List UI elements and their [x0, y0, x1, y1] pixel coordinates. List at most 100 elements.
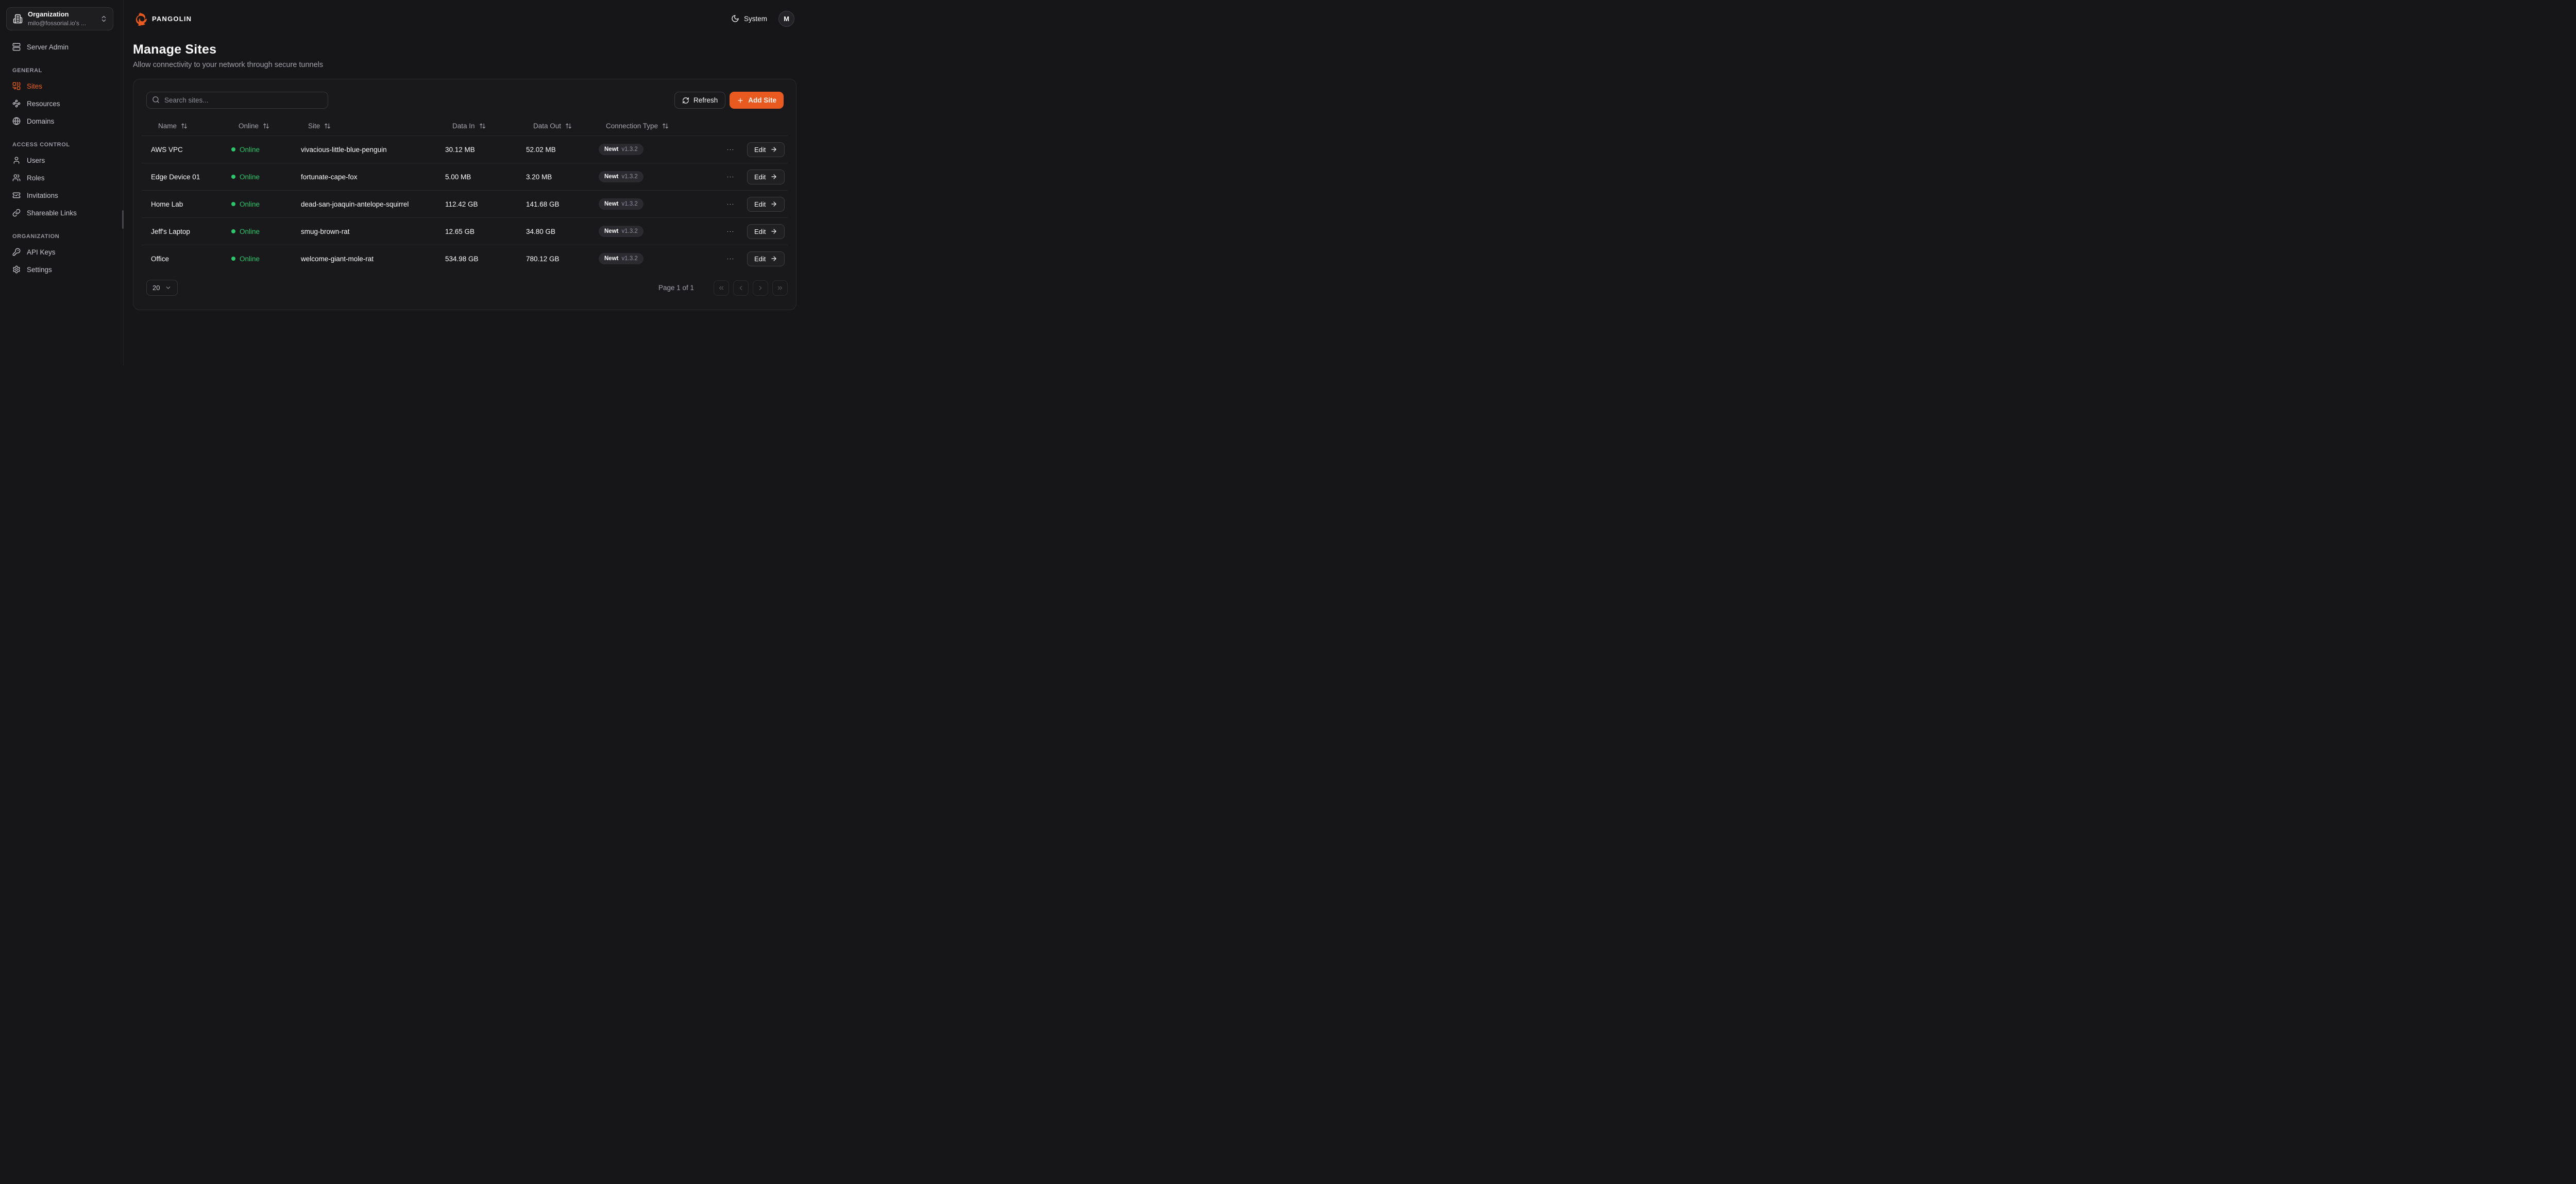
- sidebar-item-users[interactable]: Users: [8, 151, 115, 169]
- column-header-data-in[interactable]: Data In: [436, 122, 517, 130]
- connection-type-cell: Newtv1.3.2: [589, 198, 717, 210]
- refresh-icon: [682, 97, 689, 104]
- chevrons-right-icon: [776, 284, 784, 292]
- chevron-left-icon: [737, 284, 744, 292]
- connection-type-badge: Newtv1.3.2: [599, 144, 643, 155]
- connection-type-cell: Newtv1.3.2: [589, 144, 717, 155]
- avatar[interactable]: M: [778, 11, 794, 27]
- column-header-connection-type[interactable]: Connection Type: [589, 122, 717, 130]
- edit-button[interactable]: Edit: [747, 224, 785, 239]
- connection-type-cell: Newtv1.3.2: [589, 171, 717, 182]
- table-row[interactable]: Home Lab Online dead-san-joaquin-antelop…: [142, 190, 788, 217]
- sidebar-item-label: Sites: [27, 82, 42, 90]
- search-box: [146, 92, 328, 109]
- sort-icon: [181, 123, 188, 129]
- sidebar-item-resources[interactable]: Resources: [8, 95, 115, 112]
- sites-table: Name Online Site Data In Data Out Connec…: [142, 116, 788, 272]
- sort-icon: [565, 123, 572, 129]
- row-actions-menu-button[interactable]: [726, 145, 735, 154]
- search-input[interactable]: [146, 92, 328, 109]
- connection-type-cell: Newtv1.3.2: [589, 253, 717, 264]
- sidebar-item-api-keys[interactable]: API Keys: [8, 243, 115, 261]
- sidebar-item-roles[interactable]: Roles: [8, 169, 115, 187]
- first-page-button[interactable]: [714, 280, 729, 296]
- column-header-data-out[interactable]: Data Out: [517, 122, 589, 130]
- sites-toolbar: Refresh Add Site: [142, 92, 788, 109]
- edit-button[interactable]: Edit: [747, 142, 785, 157]
- data-in-cell: 5.00 MB: [436, 173, 517, 181]
- site-status-cell: Online: [222, 173, 292, 181]
- table-row[interactable]: Office Online welcome-giant-mole-rat 534…: [142, 245, 788, 272]
- online-status-dot: [231, 257, 235, 261]
- column-header-online[interactable]: Online: [222, 122, 292, 130]
- sort-icon: [479, 123, 486, 129]
- pagination-status: Page 1 of 1: [658, 284, 694, 292]
- table-row[interactable]: Jeff's Laptop Online smug-brown-rat 12.6…: [142, 217, 788, 245]
- sidebar-item-label: Shareable Links: [27, 209, 77, 217]
- sidebar-item-shareable-links[interactable]: Shareable Links: [8, 204, 115, 222]
- column-header-site[interactable]: Site: [292, 122, 436, 130]
- table-header-row: Name Online Site Data In Data Out Connec…: [142, 116, 788, 136]
- edit-button[interactable]: Edit: [747, 197, 785, 212]
- main-area: PANGOLIN System M Manage Sites Allow con…: [124, 0, 808, 366]
- site-status-cell: Online: [222, 146, 292, 154]
- site-status-cell: Online: [222, 255, 292, 263]
- row-actions-menu-button[interactable]: [726, 227, 735, 236]
- link-icon: [12, 209, 21, 217]
- page-content: Manage Sites Allow connectivity to your …: [124, 37, 808, 310]
- sidebar: Organization milo@fossorial.io's ... Ser…: [0, 0, 124, 366]
- theme-toggle[interactable]: System: [731, 14, 767, 23]
- sidebar-item-label: Domains: [27, 117, 54, 125]
- next-page-button[interactable]: [753, 280, 768, 296]
- app-root: Organization milo@fossorial.io's ... Ser…: [0, 0, 808, 366]
- row-actions-menu-button[interactable]: [726, 200, 735, 209]
- site-name-cell: Jeff's Laptop: [142, 228, 222, 235]
- online-status-label: Online: [240, 228, 260, 235]
- site-id-cell: vivacious-little-blue-penguin: [292, 146, 436, 154]
- sidebar-scrollbar[interactable]: [122, 210, 124, 229]
- sidebar-item-label: API Keys: [27, 248, 56, 256]
- arrow-right-icon: [770, 255, 777, 262]
- online-status-dot: [231, 229, 235, 233]
- online-status-label: Online: [240, 255, 260, 263]
- edit-button[interactable]: Edit: [747, 170, 785, 184]
- org-switcher-title: Organization: [28, 10, 69, 18]
- sidebar-item-invitations[interactable]: Invitations: [8, 187, 115, 204]
- users-icon: [12, 174, 21, 182]
- org-switcher[interactable]: Organization milo@fossorial.io's ...: [6, 7, 113, 30]
- sidebar-item-server-admin[interactable]: Server Admin: [8, 38, 115, 56]
- data-out-cell: 34.80 GB: [517, 228, 589, 235]
- online-status-label: Online: [240, 200, 260, 208]
- avatar-initial: M: [784, 15, 789, 23]
- ellipsis-icon: [726, 200, 735, 209]
- data-in-cell: 12.65 GB: [436, 228, 517, 235]
- sidebar-section-access-control: ACCESS CONTROL: [12, 142, 111, 148]
- online-status-label: Online: [240, 146, 260, 154]
- chevron-down-icon: [165, 284, 172, 291]
- arrow-right-icon: [770, 228, 777, 235]
- row-actions-menu-button[interactable]: [726, 255, 735, 263]
- add-site-button[interactable]: Add Site: [730, 92, 784, 109]
- data-out-cell: 141.68 GB: [517, 200, 589, 208]
- table-row[interactable]: AWS VPC Online vivacious-little-blue-pen…: [142, 136, 788, 163]
- table-row[interactable]: Edge Device 01 Online fortunate-cape-fox…: [142, 163, 788, 190]
- combine-icon: [12, 82, 21, 90]
- site-status-cell: Online: [222, 228, 292, 235]
- refresh-button[interactable]: Refresh: [674, 92, 725, 109]
- previous-page-button[interactable]: [733, 280, 749, 296]
- sidebar-item-settings[interactable]: Settings: [8, 261, 115, 278]
- brand: PANGOLIN: [133, 11, 192, 26]
- last-page-button[interactable]: [772, 280, 788, 296]
- site-name-cell: Home Lab: [142, 200, 222, 208]
- edit-button[interactable]: Edit: [747, 251, 785, 266]
- sidebar-item-sites[interactable]: Sites: [8, 77, 115, 95]
- page-subtitle: Allow connectivity to your network throu…: [133, 61, 796, 69]
- site-id-cell: dead-san-joaquin-antelope-squirrel: [292, 200, 436, 208]
- sidebar-section-general: GENERAL: [12, 67, 111, 74]
- page-size-select[interactable]: 20: [146, 280, 178, 296]
- sidebar-item-domains[interactable]: Domains: [8, 112, 115, 130]
- column-header-name[interactable]: Name: [142, 122, 222, 130]
- row-actions-menu-button[interactable]: [726, 173, 735, 181]
- site-status-cell: Online: [222, 200, 292, 208]
- key-icon: [12, 248, 21, 256]
